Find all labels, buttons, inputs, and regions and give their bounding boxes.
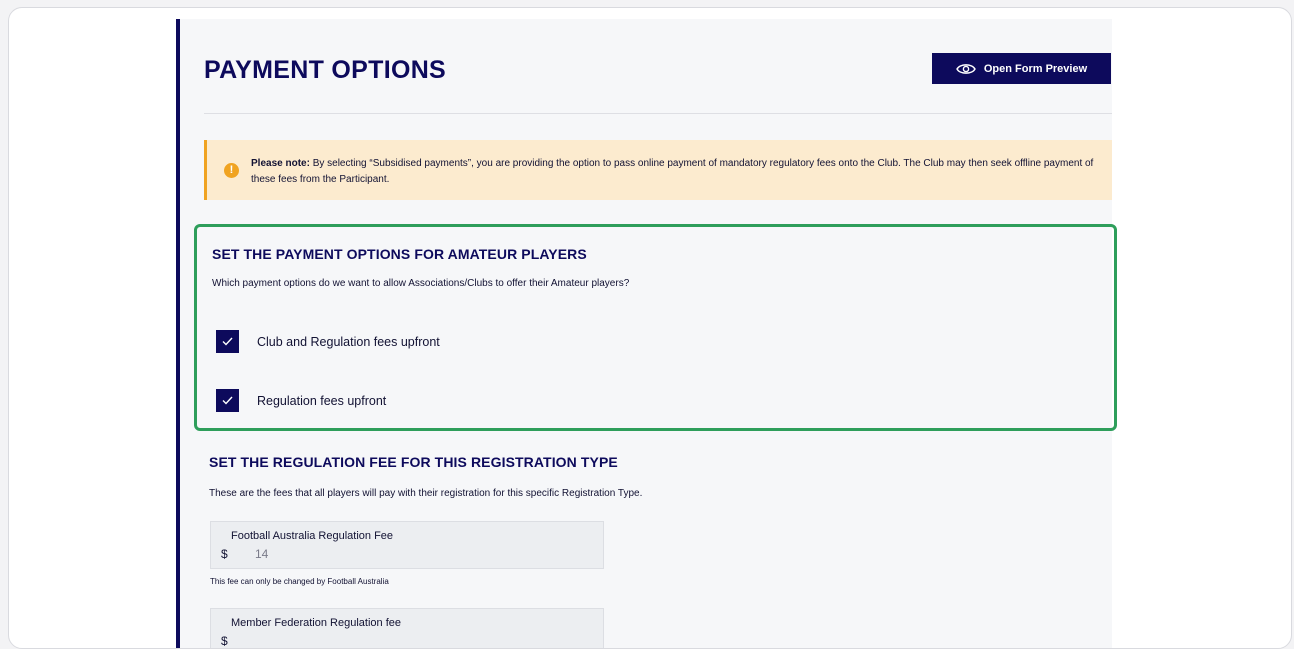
note-body: By selecting “Subsidised payments”, you … — [251, 158, 1094, 185]
open-form-preview-button[interactable]: Open Form Preview — [932, 53, 1111, 84]
amateur-section-title: SET THE PAYMENT OPTIONS FOR AMATEUR PLAY… — [212, 246, 587, 262]
eye-icon — [956, 63, 976, 74]
amateur-payment-section: SET THE PAYMENT OPTIONS FOR AMATEUR PLAY… — [194, 224, 1117, 431]
option-regulation-only[interactable]: Regulation fees upfront — [216, 389, 386, 412]
page-title: PAYMENT OPTIONS — [204, 56, 447, 84]
regulation-section-description: These are the fees that all players will… — [209, 488, 643, 499]
check-icon — [222, 396, 233, 405]
app-window: PAYMENT OPTIONS Open Form Preview ! Plea… — [8, 7, 1292, 649]
open-form-preview-label: Open Form Preview — [983, 62, 1088, 75]
fee-value: 14 — [255, 547, 269, 561]
checkbox-club-and-regulation[interactable] — [216, 330, 239, 353]
fee-help-text: This fee can only be changed by Football… — [210, 577, 389, 586]
warning-icon: ! — [224, 163, 239, 178]
amateur-section-description: Which payment options do we want to allo… — [212, 278, 630, 289]
note-bold: Please note: — [251, 158, 310, 169]
checkbox-regulation-only[interactable] — [216, 389, 239, 412]
header-divider — [204, 113, 1112, 114]
note-text: Please note: By selecting “Subsidised pa… — [251, 156, 1101, 187]
regulation-section-title: SET THE REGULATION FEE FOR THIS REGISTRA… — [209, 454, 618, 470]
option-label: Regulation fees upfront — [257, 393, 387, 408]
field-label: Football Australia Regulation Fee — [231, 530, 394, 542]
currency-symbol: $ — [221, 547, 228, 561]
currency-symbol: $ — [221, 634, 228, 648]
football-australia-fee-field[interactable]: Football Australia Regulation Fee $ 14 — [210, 521, 604, 569]
option-club-and-regulation[interactable]: Club and Regulation fees upfront — [216, 330, 440, 353]
option-label: Club and Regulation fees upfront — [257, 334, 440, 349]
note-banner: ! Please note: By selecting “Subsidised … — [204, 140, 1112, 200]
check-icon — [222, 337, 233, 346]
field-label: Member Federation Regulation fee — [231, 617, 401, 629]
payment-options-panel: PAYMENT OPTIONS Open Form Preview ! Plea… — [176, 19, 1117, 648]
member-federation-fee-field[interactable]: Member Federation Regulation fee $ — [210, 608, 604, 648]
